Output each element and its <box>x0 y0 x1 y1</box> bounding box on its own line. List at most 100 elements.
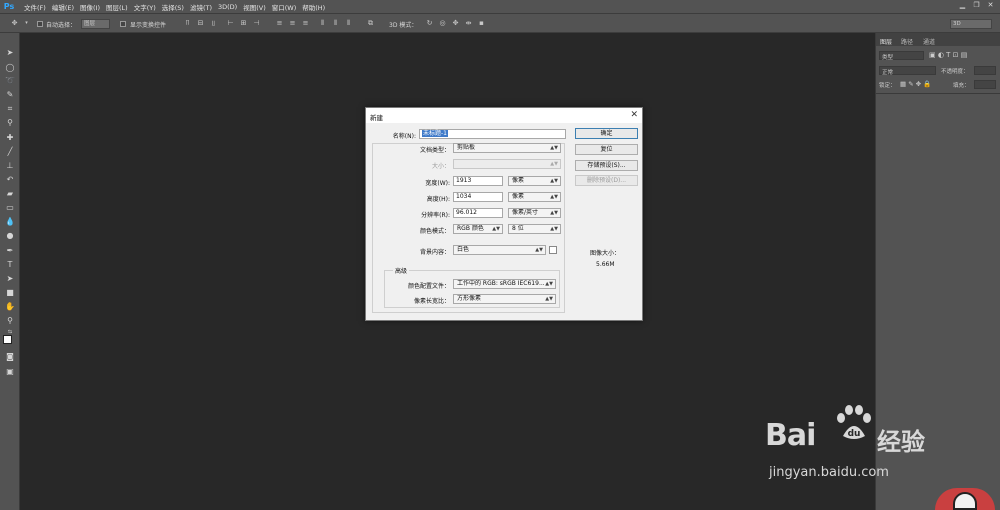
background-color-swatch[interactable] <box>549 246 557 254</box>
distribute-top-icon[interactable]: ≡ <box>275 19 284 28</box>
3d-rotate-icon[interactable]: ↻ <box>425 19 434 28</box>
move-tool-icon[interactable]: ✥ <box>10 19 19 28</box>
hand-tool-icon[interactable]: ✋ <box>4 301 16 313</box>
crop-tool-icon[interactable]: ⌗ <box>4 103 16 115</box>
menu-file[interactable]: 文件(F) <box>24 2 46 12</box>
quick-select-tool-icon[interactable]: ✎ <box>4 89 16 101</box>
menu-layer[interactable]: 图层(L) <box>106 2 128 12</box>
brush-tool-icon[interactable]: ╱ <box>4 146 16 158</box>
menu-edit[interactable]: 编辑(E) <box>52 2 74 12</box>
color-mode-dropdown[interactable]: RGB 颜色 ▲▼ <box>453 224 503 234</box>
restore-icon[interactable]: ❐ <box>971 1 982 10</box>
3d-scale-icon[interactable]: ▪ <box>477 19 486 28</box>
healing-brush-tool-icon[interactable]: ✚ <box>4 132 16 144</box>
name-input[interactable]: 未标题-1 <box>419 129 566 139</box>
3d-roll-icon[interactable]: ◎ <box>438 19 447 28</box>
3d-drag-icon[interactable]: ✥ <box>451 19 460 28</box>
lasso-tool-icon[interactable]: ➰ <box>4 75 16 87</box>
dropdown-arrow-icon: ▲▼ <box>550 161 558 167</box>
align-left-icon[interactable]: ⊢ <box>226 19 235 28</box>
menu-view[interactable]: 视图(V) <box>243 2 266 12</box>
menu-image[interactable]: 图像(I) <box>80 2 100 12</box>
auto-select-dropdown[interactable]: 图层 <box>81 19 110 29</box>
align-bottom-icon[interactable]: ⫫ <box>209 19 218 28</box>
resolution-input[interactable]: 96.012 <box>453 208 503 218</box>
minimize-icon[interactable]: ▁ <box>957 1 968 10</box>
dropdown-arrow-icon: ▲▼ <box>550 210 558 216</box>
background-dropdown[interactable]: 白色 ▲▼ <box>453 245 546 255</box>
auto-select-checkbox[interactable] <box>37 21 43 27</box>
path-select-tool-icon[interactable]: ➤ <box>4 273 16 285</box>
distribute-hcenter-icon[interactable]: ⦀ <box>331 19 340 28</box>
close-icon[interactable]: ✕ <box>630 110 638 120</box>
tab-layers[interactable]: 图层 <box>880 37 892 46</box>
reset-button[interactable]: 复位 <box>575 144 638 155</box>
align-top-icon[interactable]: ⫪ <box>183 19 192 28</box>
move-tool-icon[interactable]: ➤ <box>4 47 16 59</box>
menu-filter[interactable]: 滤镜(T) <box>190 2 212 12</box>
show-transform-checkbox[interactable] <box>120 21 126 27</box>
type-tool-icon[interactable]: T <box>4 259 16 271</box>
distribute-left-icon[interactable]: ⦀ <box>318 19 327 28</box>
3d-slide-icon[interactable]: ⇹ <box>464 19 473 28</box>
kind-filter-dropdown[interactable]: 类型 <box>879 51 924 61</box>
size-dropdown[interactable]: ▲▼ <box>453 159 561 169</box>
marquee-tool-icon[interactable]: ◯ <box>4 62 16 74</box>
pen-tool-icon[interactable]: ✒ <box>4 245 16 257</box>
screen-mode-icon[interactable]: ▣ <box>4 366 16 378</box>
opacity-field[interactable] <box>974 66 996 75</box>
pixel-aspect-label: 像素长宽比： <box>413 298 450 305</box>
eraser-tool-icon[interactable]: ▰ <box>4 188 16 200</box>
dropdown-arrow-icon: ▲▼ <box>545 296 553 302</box>
clone-stamp-tool-icon[interactable]: ⊥ <box>4 160 16 172</box>
delete-preset-button[interactable]: 删除预设(D)... <box>575 175 638 186</box>
color-profile-label: 颜色配置文件： <box>407 283 450 290</box>
pixel-aspect-dropdown[interactable]: 方形像素 ▲▼ <box>453 294 556 304</box>
filter-icons[interactable]: ▣ ◐ T ⊡ ▤ <box>929 51 967 59</box>
align-vcenter-icon[interactable]: ⊟ <box>196 19 205 28</box>
height-input[interactable]: 1034 <box>453 192 503 202</box>
close-icon[interactable]: ✕ <box>985 1 996 10</box>
advanced-label[interactable]: 高级 <box>393 266 410 275</box>
height-unit-dropdown[interactable]: 像素 ▲▼ <box>508 192 561 202</box>
menu-3d[interactable]: 3D(D) <box>218 3 237 11</box>
tool-preset-arrow-icon[interactable]: ▾ <box>22 19 31 28</box>
fill-field[interactable] <box>974 80 996 89</box>
distribute-vcenter-icon[interactable]: ≡ <box>288 19 297 28</box>
rectangle-tool-icon[interactable]: ■ <box>4 287 16 299</box>
gradient-tool-icon[interactable]: ▭ <box>4 202 16 214</box>
workspace-dropdown[interactable]: 3D <box>950 19 992 29</box>
photoshop-logo: Ps <box>3 2 15 11</box>
color-profile-dropdown[interactable]: 工作中的 RGB: sRGB IEC619... ▲▼ <box>453 279 556 289</box>
width-input[interactable]: 1913 <box>453 176 503 186</box>
save-preset-button[interactable]: 存储预设(S)... <box>575 160 638 171</box>
menu-help[interactable]: 帮助(H) <box>302 2 325 12</box>
auto-align-icon[interactable]: ⧉ <box>366 19 375 28</box>
tab-channels[interactable]: 通道 <box>923 37 935 46</box>
tab-paths[interactable]: 路径 <box>901 37 913 46</box>
blend-mode-dropdown[interactable]: 正常 <box>879 66 936 76</box>
watermark-brand: Bai <box>765 418 816 453</box>
ok-button[interactable]: 确定 <box>575 128 638 139</box>
preset-dropdown[interactable]: 剪贴板 ▲▼ <box>453 143 561 153</box>
align-hcenter-icon[interactable]: ⊞ <box>239 19 248 28</box>
background-value: 白色 <box>457 246 470 253</box>
eyedropper-tool-icon[interactable]: ⚲ <box>4 117 16 129</box>
quick-mask-icon[interactable]: ◙ <box>4 351 16 363</box>
distribute-right-icon[interactable]: ⦀ <box>344 19 353 28</box>
blur-tool-icon[interactable]: 💧 <box>4 216 16 228</box>
foreground-color-swatch[interactable] <box>3 335 12 344</box>
mascot-avatar <box>935 488 995 510</box>
history-brush-tool-icon[interactable]: ↶ <box>4 174 16 186</box>
distribute-bottom-icon[interactable]: ≡ <box>301 19 310 28</box>
width-unit-value: 像素 <box>512 177 525 184</box>
menu-type[interactable]: 文字(Y) <box>134 2 156 12</box>
lock-icons[interactable]: ▦ ✎ ✥ 🔒 <box>900 80 931 88</box>
resolution-unit-dropdown[interactable]: 像素/英寸 ▲▼ <box>508 208 561 218</box>
dodge-tool-icon[interactable]: ● <box>4 230 16 242</box>
width-unit-dropdown[interactable]: 像素 ▲▼ <box>508 176 561 186</box>
align-right-icon[interactable]: ⊣ <box>252 19 261 28</box>
menu-select[interactable]: 选择(S) <box>162 2 184 12</box>
menu-window[interactable]: 窗口(W) <box>272 2 297 12</box>
bit-depth-dropdown[interactable]: 8 位 ▲▼ <box>508 224 561 234</box>
